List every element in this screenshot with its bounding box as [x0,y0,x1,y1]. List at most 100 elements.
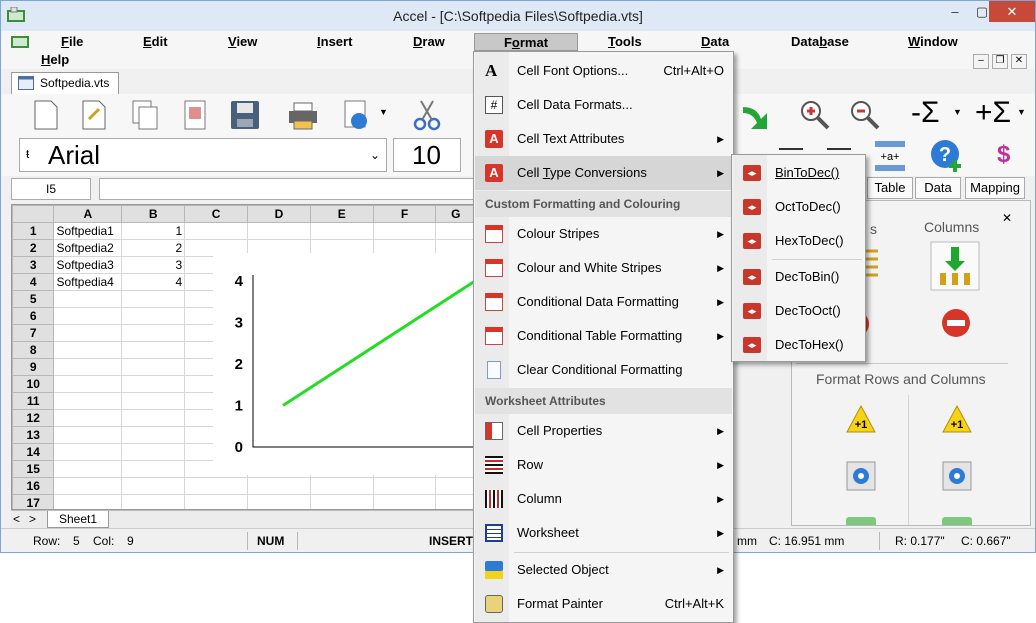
grid-cell[interactable] [121,460,186,478]
cell-spacing-icon[interactable]: +a+ [873,139,907,173]
menu-window[interactable]: Window [902,33,964,51]
insert-columns-icon[interactable] [930,241,980,291]
menu-hex-to-dec[interactable]: ◂▸ HexToDec() [733,224,864,258]
open-file-icon[interactable] [75,97,111,133]
panel-tab-table[interactable]: Table [867,177,913,199]
row-header[interactable]: 1 [12,222,55,240]
font-size-select[interactable]: 10 [393,138,461,172]
row-header[interactable]: 15 [12,460,55,478]
grid-cell[interactable] [53,324,123,342]
menu-dec-to-bin[interactable]: ◂▸ DecToBin() [733,260,864,294]
row-header[interactable]: 3 [12,256,55,274]
row-header[interactable]: 5 [12,290,55,308]
chart-series-line[interactable] [282,279,476,407]
menu-worksheet[interactable]: Worksheet ▶ [475,516,732,550]
publish-web-icon[interactable] [337,97,373,133]
grid-cell[interactable] [184,222,248,240]
grid-cell[interactable]: Softpedia3 [53,256,123,274]
close-button[interactable]: ✕ [989,1,1035,22]
row-header[interactable]: 9 [12,358,55,376]
grid-cell[interactable] [184,477,248,495]
column-header[interactable]: D [247,205,311,223]
grid-cell[interactable] [435,222,476,240]
currency-icon[interactable]: $ [997,141,1010,169]
formula-input[interactable] [99,178,477,200]
grid-cell[interactable] [121,477,186,495]
row-header[interactable]: 12 [12,409,55,427]
grid-cell[interactable]: 2 [121,239,186,257]
chevron-down-icon[interactable]: ⌄ [370,139,380,171]
grid-cell[interactable]: Softpedia2 [53,239,123,257]
row-header[interactable]: 6 [12,307,55,325]
row-header[interactable]: 13 [12,426,55,444]
menu-conditional-data-formatting[interactable]: Conditional Data Formatting ▶ [475,285,732,319]
grid-cell[interactable] [53,426,123,444]
grid-cell[interactable] [53,341,123,359]
grid-cell[interactable]: 3 [121,256,186,274]
sum-dropdown-arrow[interactable]: ▼ [1017,107,1026,117]
save-icon[interactable] [227,97,263,133]
menu-selected-object[interactable]: Selected Object ▶ [475,553,732,587]
grid-cell[interactable] [247,222,311,240]
panel-tab-mapping[interactable]: Mapping [965,177,1025,199]
column-header[interactable]: G [435,205,476,223]
menu-insert[interactable]: Insert [311,33,358,51]
row-height-knob-icon[interactable] [846,461,876,491]
increment-rows-icon[interactable]: +1 [846,405,876,433]
grid-cell[interactable] [121,409,186,427]
cut-icon[interactable] [409,97,445,133]
paste-arrow-icon[interactable] [739,97,775,133]
column-width-knob-icon[interactable] [942,461,972,491]
sheet-nav-left[interactable]: < [13,512,20,526]
grid-cell[interactable] [53,392,123,410]
grid-cell[interactable] [435,477,476,495]
grid-cell[interactable] [121,307,186,325]
panel-close-icon[interactable]: ✕ [1002,211,1012,225]
grid-cell[interactable] [121,392,186,410]
grid-cell[interactable]: Softpedia4 [53,273,123,291]
menu-conditional-table-formatting[interactable]: Conditional Table Formatting ▶ [475,319,732,353]
publish-dropdown-arrow[interactable]: ▼ [379,107,388,117]
grid-cell[interactable] [372,477,437,495]
row-header[interactable]: 4 [12,273,55,291]
grid-cell[interactable] [121,426,186,444]
sum-function-icon[interactable]: +Σ [975,96,1011,130]
copy-document-icon[interactable] [127,97,163,133]
grid-cell[interactable] [121,358,186,376]
menu-oct-to-dec[interactable]: ◂▸ OctToDec() [733,190,864,224]
menu-row[interactable]: Row ▶ [475,448,732,482]
zoom-out-icon[interactable] [847,97,883,133]
row-header[interactable]: 7 [12,324,55,342]
menu-format[interactable]: Format [474,33,578,51]
increment-columns-icon[interactable]: +1 [942,405,972,433]
menu-cell-text-attributes[interactable]: A Cell Text Attributes ▶ [475,122,732,156]
row-header[interactable]: 2 [12,239,55,257]
column-header[interactable]: A [53,205,123,223]
grid-cell[interactable] [247,494,311,509]
menu-edit[interactable]: Edit [137,33,174,51]
grid-cell[interactable] [53,409,123,427]
document-tab[interactable]: Softpedia.vts [11,72,119,94]
title-bar[interactable]: Accel - [C:\Softpedia Files\Softpedia.vt… [1,1,1035,31]
menu-data[interactable]: Data [695,33,735,51]
menu-column[interactable]: Column ▶ [475,482,732,516]
panel-tab-data[interactable]: Data [915,177,961,199]
grid-cell[interactable] [53,290,123,308]
grid-cell[interactable] [53,375,123,393]
row-header[interactable]: 14 [12,443,55,461]
grid-cell[interactable] [309,494,374,509]
grid-cell[interactable] [53,307,123,325]
grid-cell[interactable] [53,494,123,509]
menu-colour-stripes[interactable]: Colour Stripes ▶ [475,217,732,251]
grid-cell[interactable] [53,477,123,495]
grid-cell[interactable] [53,358,123,376]
menu-tools[interactable]: Tools [602,33,648,51]
row-header[interactable]: 16 [12,477,55,495]
mdi-close-button[interactable]: ✕ [1011,54,1027,69]
grid-cell[interactable] [121,324,186,342]
menu-cell-properties[interactable]: Cell Properties ▶ [475,414,732,448]
delete-columns-icon[interactable] [940,307,972,339]
autosum-dropdown-arrow[interactable]: ▼ [953,107,962,117]
grid-cell[interactable] [121,494,186,509]
grid-cell[interactable] [435,494,476,509]
